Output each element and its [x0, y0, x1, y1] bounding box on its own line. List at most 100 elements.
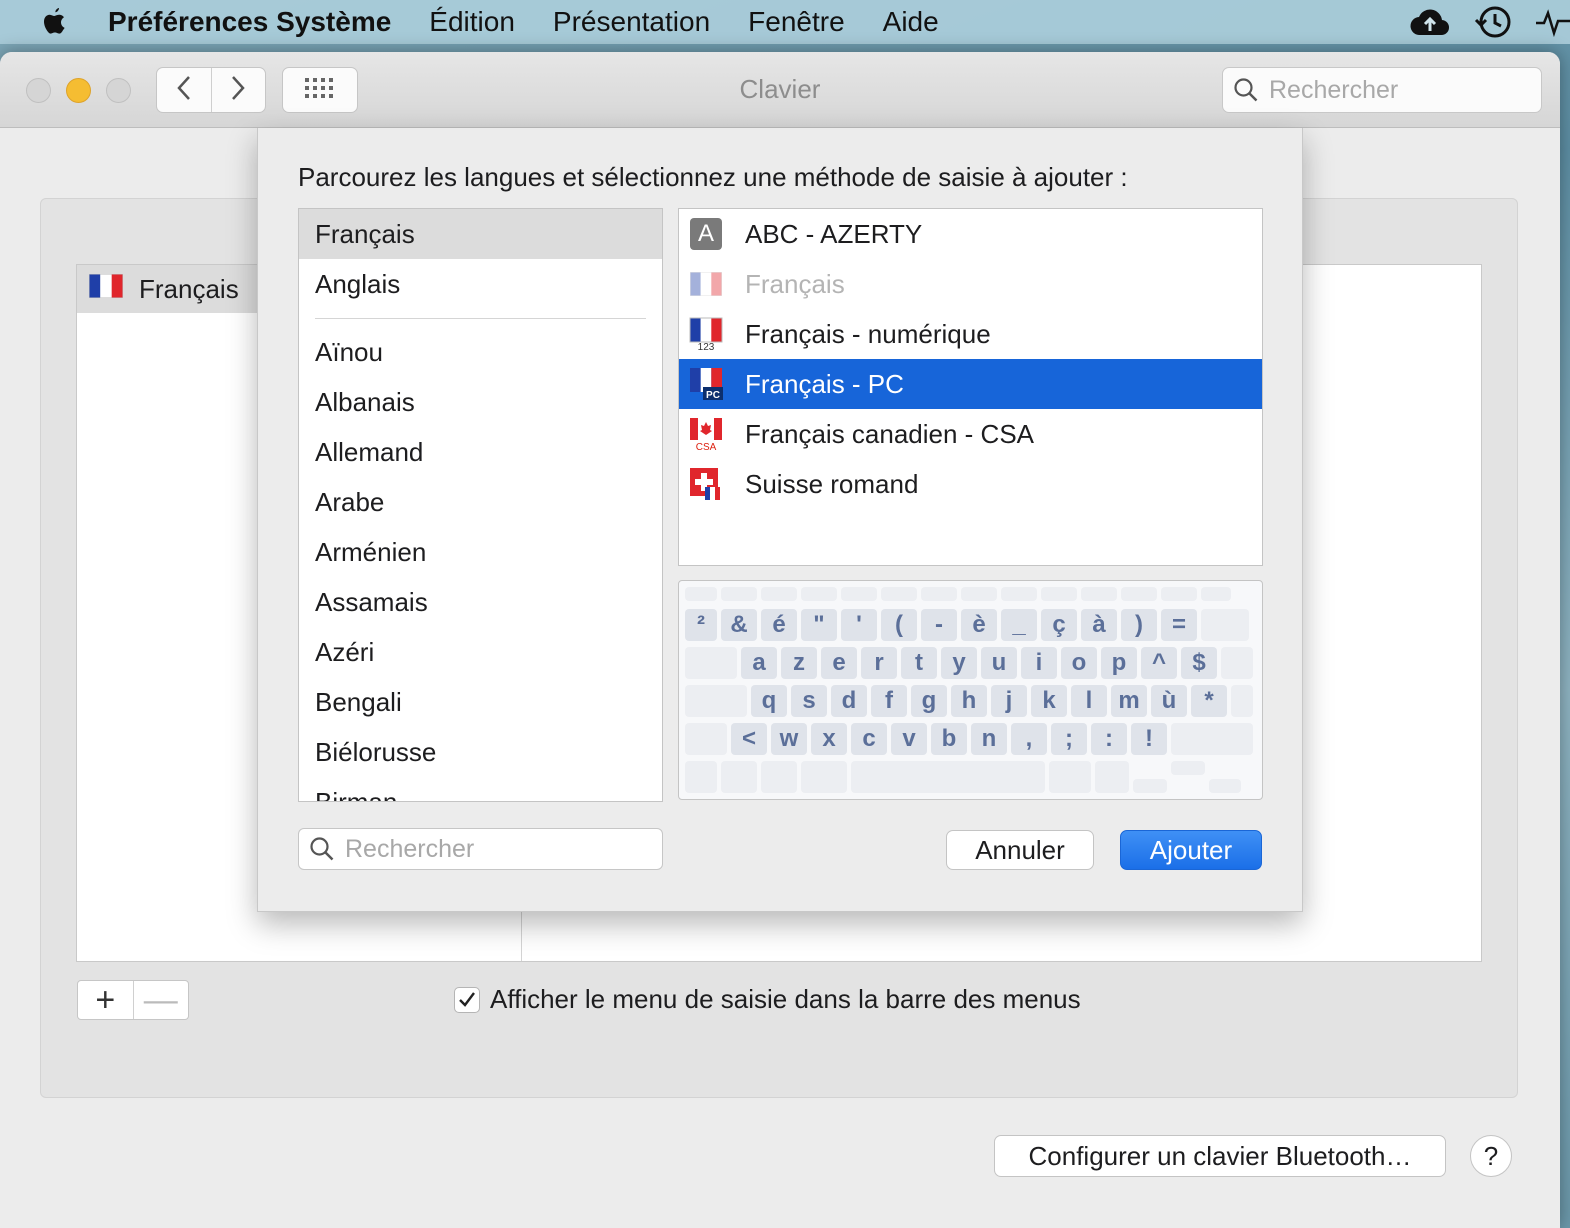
- keyboard-key: j: [991, 685, 1027, 717]
- key-space: [851, 761, 1045, 793]
- key-command: [801, 761, 847, 793]
- keyboard-key: q: [751, 685, 787, 717]
- menu-aide[interactable]: Aide: [883, 6, 939, 38]
- method-item-francais-canadien-csa[interactable]: CSA Français canadien - CSA: [679, 409, 1262, 459]
- method-label: Français - numérique: [745, 318, 991, 349]
- remove-source-button[interactable]: —: [134, 981, 189, 1019]
- keyboard-key: &: [721, 609, 757, 641]
- key-function: [1041, 587, 1077, 601]
- keyboard-key: ': [841, 609, 877, 641]
- method-item-suisse-romand[interactable]: Suisse romand: [679, 459, 1262, 509]
- language-item[interactable]: Allemand: [299, 427, 662, 477]
- show-input-menu-label: Afficher le menu de saisie dans la barre…: [490, 984, 1081, 1014]
- keyboard-key: a: [741, 647, 777, 679]
- key-command: [1049, 761, 1091, 793]
- key-shift-right: [1171, 723, 1253, 755]
- keyboard-key: m: [1111, 685, 1147, 717]
- bluetooth-keyboard-button[interactable]: Configurer un clavier Bluetooth…: [994, 1135, 1446, 1177]
- keyboard-key: (: [881, 609, 917, 641]
- method-item-abc-azerty[interactable]: A ABC - AZERTY: [679, 209, 1262, 259]
- keyboard-key: l: [1071, 685, 1107, 717]
- language-list[interactable]: Français Anglais Aïnou Albanais Allemand…: [298, 208, 663, 802]
- flag-fr-icon: [689, 267, 723, 301]
- language-item[interactable]: Bengali: [299, 677, 662, 727]
- menu-app-name[interactable]: Préférences Système: [108, 6, 391, 38]
- menu-fenetre[interactable]: Fenêtre: [748, 6, 845, 38]
- add-button[interactable]: Ajouter: [1120, 830, 1262, 870]
- keyboard-key: t: [901, 647, 937, 679]
- apple-icon[interactable]: [40, 5, 70, 39]
- keyboard-key: b: [931, 723, 967, 755]
- show-input-menu-option[interactable]: Afficher le menu de saisie dans la barre…: [454, 984, 1081, 1015]
- menu-bar: Préférences Système Édition Présentation…: [0, 0, 1570, 44]
- keyboard-key: ): [1121, 609, 1157, 641]
- keyboard-key: y: [941, 647, 977, 679]
- language-item-anglais[interactable]: Anglais: [299, 259, 662, 309]
- time-machine-icon[interactable]: [1474, 4, 1514, 40]
- add-input-source-sheet: Parcourez les langues et sélectionnez un…: [257, 128, 1303, 912]
- key-return: [1221, 647, 1253, 679]
- method-item-francais-numerique[interactable]: 123 Français - numérique: [679, 309, 1262, 359]
- activity-icon[interactable]: [1536, 7, 1570, 37]
- key-function: [721, 587, 757, 601]
- key-arrow: [1133, 779, 1167, 793]
- key-function: [881, 587, 917, 601]
- cancel-button[interactable]: Annuler: [946, 830, 1094, 870]
- menu-presentation[interactable]: Présentation: [553, 6, 710, 38]
- language-search-field[interactable]: Rechercher: [298, 828, 663, 870]
- key-arrow: [1171, 761, 1205, 775]
- window-search-field[interactable]: Rechercher: [1222, 67, 1542, 113]
- key-function: [761, 587, 797, 601]
- keyboard-key: c: [851, 723, 887, 755]
- input-method-list[interactable]: A ABC - AZERTY Français 123 Français - n…: [678, 208, 1263, 566]
- language-separator: [299, 309, 662, 327]
- key-function: [1081, 587, 1117, 601]
- method-item-francais: Français: [679, 259, 1262, 309]
- input-source-label: Français: [139, 273, 239, 304]
- svg-text:PC: PC: [706, 390, 720, 401]
- show-input-menu-checkbox[interactable]: [454, 986, 480, 1013]
- keyboard-key: x: [811, 723, 847, 755]
- language-item[interactable]: Azéri: [299, 627, 662, 677]
- method-label: Français: [745, 268, 845, 299]
- keyboard-key: f: [871, 685, 907, 717]
- language-item[interactable]: Arabe: [299, 477, 662, 527]
- language-item[interactable]: Assamais: [299, 577, 662, 627]
- search-icon: [1233, 77, 1259, 103]
- key-function: [801, 587, 837, 601]
- language-item[interactable]: Albanais: [299, 377, 662, 427]
- keyboard-key: <: [731, 723, 767, 755]
- keyboard-key: :: [1091, 723, 1127, 755]
- keyboard-key: -: [921, 609, 957, 641]
- language-item[interactable]: Aïnou: [299, 327, 662, 377]
- keyboard-key: ²: [685, 609, 717, 641]
- add-source-button[interactable]: +: [78, 981, 134, 1019]
- method-item-francais-pc[interactable]: PC Français - PC: [679, 359, 1262, 409]
- icloud-upload-icon[interactable]: [1408, 7, 1452, 37]
- keyboard-key: ,: [1011, 723, 1047, 755]
- keyboard-key: à: [1081, 609, 1117, 641]
- keyboard-key: s: [791, 685, 827, 717]
- keyboard-key: k: [1031, 685, 1067, 717]
- language-item-francais[interactable]: Français: [299, 209, 662, 259]
- keyboard-key: é: [761, 609, 797, 641]
- sheet-prompt: Parcourez les langues et sélectionnez un…: [298, 162, 1128, 192]
- flag-fr-123-icon: 123: [689, 317, 723, 351]
- keyboard-key: i: [1021, 647, 1057, 679]
- language-item[interactable]: Arménien: [299, 527, 662, 577]
- method-label: Suisse romand: [745, 468, 919, 499]
- language-item[interactable]: Biélorusse: [299, 727, 662, 777]
- keyboard-key: ;: [1051, 723, 1087, 755]
- menu-edition[interactable]: Édition: [429, 6, 515, 38]
- language-item[interactable]: Birman: [299, 777, 662, 802]
- window-search-placeholder: Rechercher: [1269, 75, 1399, 104]
- key-fn: [685, 761, 717, 793]
- flag-ca-csa-icon: CSA: [689, 417, 723, 451]
- keyboard-key: ç: [1041, 609, 1077, 641]
- key-return: [1231, 685, 1253, 717]
- keyboard-key: $: [1181, 647, 1217, 679]
- keyboard-key: z: [781, 647, 817, 679]
- key-arrow: [1209, 779, 1241, 793]
- key-function: [1121, 587, 1157, 601]
- help-button[interactable]: ?: [1470, 1135, 1512, 1177]
